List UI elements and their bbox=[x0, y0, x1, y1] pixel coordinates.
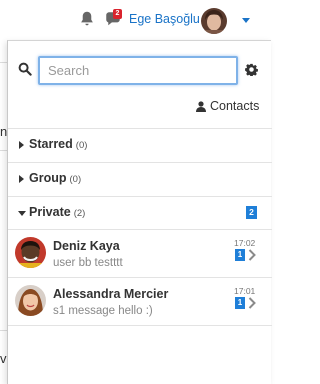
bell-icon[interactable] bbox=[78, 10, 96, 28]
chat-dropdown-panel: Contacts Starred(0) Group(0) Private(2) … bbox=[7, 40, 272, 384]
contact-row[interactable]: Deniz Kaya user bb testttt 17:02 1 bbox=[8, 230, 272, 277]
search-input[interactable] bbox=[38, 56, 238, 85]
user-icon bbox=[196, 100, 206, 112]
contact-row[interactable]: Alessandra Mercier s1 message hello :) 1… bbox=[8, 278, 272, 325]
caret-right-icon bbox=[19, 175, 24, 183]
contact-name: Deniz Kaya bbox=[53, 239, 120, 253]
section-private[interactable]: Private (2) 2 bbox=[8, 197, 272, 229]
search-icon bbox=[18, 62, 32, 76]
top-navbar: 2 Ege Başoğlu bbox=[0, 0, 271, 40]
unread-badge: 1 bbox=[235, 249, 245, 261]
caret-right-icon bbox=[19, 141, 24, 149]
section-title: Group (0) bbox=[29, 171, 82, 185]
message-time: 17:02 bbox=[234, 238, 256, 248]
contact-name: Alessandra Mercier bbox=[53, 287, 169, 301]
avatar bbox=[15, 285, 46, 316]
divider bbox=[8, 325, 272, 326]
last-message: user bb testttt bbox=[53, 257, 123, 269]
gear-icon[interactable] bbox=[245, 63, 258, 76]
avatar bbox=[15, 237, 46, 268]
unread-badge: 1 bbox=[235, 297, 245, 309]
section-starred[interactable]: Starred (0) bbox=[8, 129, 272, 161]
contacts-label: Contacts bbox=[210, 99, 260, 113]
avatar[interactable] bbox=[201, 8, 227, 34]
chevron-right-icon bbox=[248, 297, 256, 309]
messages-count-badge: 2 bbox=[113, 9, 122, 19]
username-link[interactable]: Ege Başoğlu bbox=[129, 12, 200, 26]
section-title: Starred (0) bbox=[29, 137, 88, 151]
message-time: 17:01 bbox=[234, 286, 256, 296]
caret-down-icon bbox=[18, 211, 26, 216]
chevron-right-icon bbox=[248, 249, 256, 261]
user-menu-caret-icon[interactable] bbox=[242, 18, 250, 23]
contacts-link[interactable]: Contacts bbox=[196, 98, 259, 114]
unread-badge: 2 bbox=[246, 206, 257, 219]
section-title: Private (2) bbox=[29, 205, 86, 219]
last-message: s1 message hello :) bbox=[53, 305, 153, 317]
section-group[interactable]: Group (0) bbox=[8, 163, 272, 195]
